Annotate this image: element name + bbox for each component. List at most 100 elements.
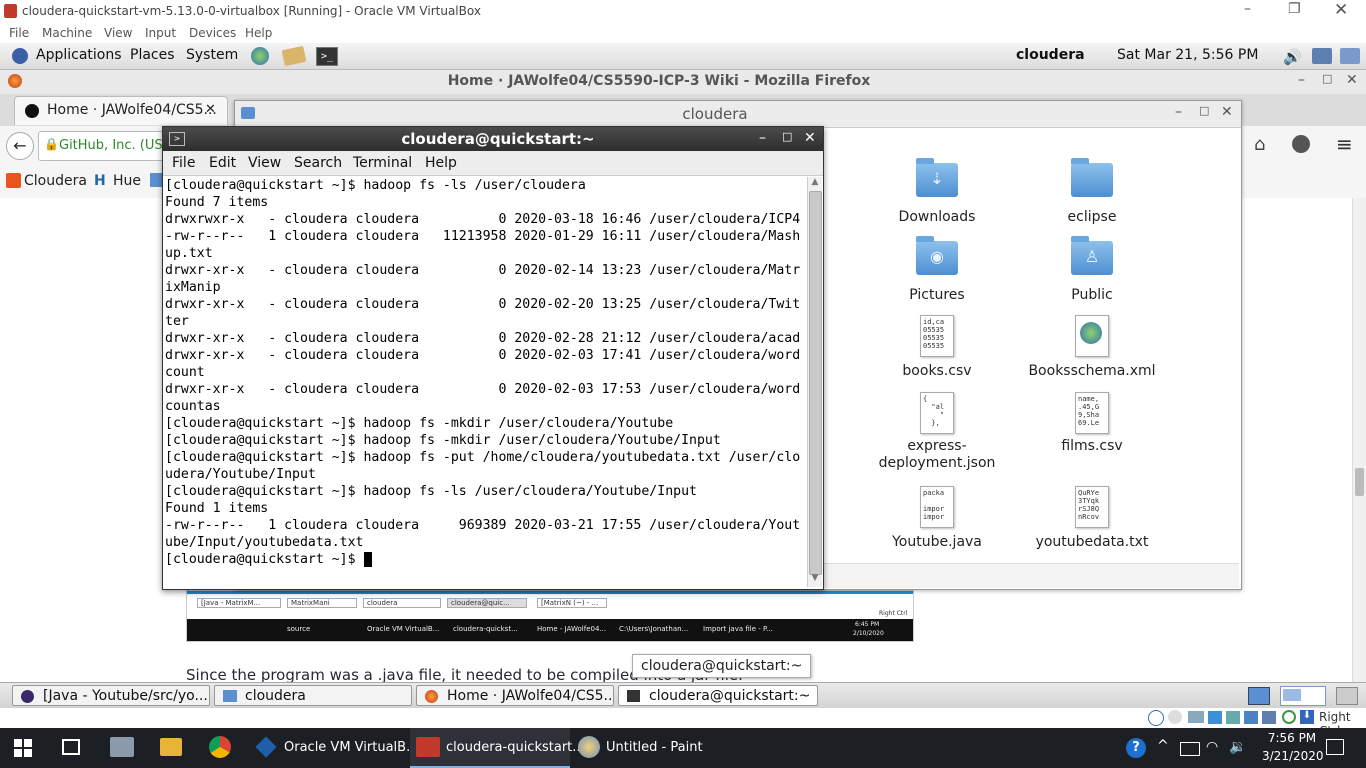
guest-task-eclipse[interactable]: [Java - Youtube/src/yo... bbox=[12, 685, 210, 706]
fm-item-pictures[interactable]: ◉ Pictures bbox=[867, 236, 1007, 303]
file-explorer-icon[interactable] bbox=[160, 738, 182, 756]
hamburger-menu-icon[interactable]: ≡ bbox=[1336, 132, 1353, 156]
minimize-icon[interactable]: – bbox=[1244, 1, 1251, 17]
display-icon[interactable] bbox=[1262, 711, 1276, 724]
terminal-line: ter bbox=[165, 314, 189, 329]
network-icon-2[interactable] bbox=[1340, 48, 1360, 64]
term-menu-terminal[interactable]: Terminal bbox=[353, 155, 412, 171]
battery-icon[interactable] bbox=[1180, 742, 1200, 756]
home-icon[interactable]: ⌂ bbox=[1254, 134, 1265, 155]
wifi-icon[interactable]: ◠ bbox=[1206, 739, 1218, 755]
help-icon[interactable]: ? bbox=[1126, 738, 1146, 758]
terminal-output[interactable]: [cloudera@quickstart ~]$ hadoop fs -ls /… bbox=[165, 177, 807, 587]
network-status-icon[interactable] bbox=[1208, 711, 1222, 724]
browser-launcher-icon[interactable] bbox=[251, 47, 269, 65]
win-clock-time[interactable]: 7:56 PM bbox=[1262, 731, 1322, 745]
vbox-menu-input[interactable]: Input bbox=[145, 26, 176, 40]
bookmark-hue[interactable]: Hue bbox=[113, 173, 141, 189]
mail-launcher-icon[interactable] bbox=[281, 45, 307, 67]
chevron-up-icon[interactable]: ^ bbox=[1157, 738, 1169, 754]
guest-task-terminal[interactable]: cloudera@quickstart:~ bbox=[618, 685, 818, 706]
vbox-menu-file[interactable]: File bbox=[9, 26, 29, 40]
page-scrollbar[interactable] bbox=[1352, 198, 1366, 682]
bookmark-cloudera[interactable]: Cloudera bbox=[24, 173, 87, 189]
back-button-icon[interactable]: ← bbox=[6, 132, 34, 160]
fm-item-express-deployment-json[interactable]: { "al " }, express- deployment.json bbox=[867, 392, 1007, 472]
fm-item-books-csv[interactable]: id,ca 05535 05535 05535 books.csv bbox=[867, 315, 1007, 379]
terminal-launcher-icon[interactable]: >_ bbox=[316, 47, 338, 66]
close-icon[interactable]: ✕ bbox=[1334, 0, 1348, 20]
term-menu-view[interactable]: View bbox=[248, 155, 281, 171]
fm-item-public[interactable]: ♙ Public bbox=[1022, 236, 1162, 303]
workspace-1[interactable] bbox=[1283, 689, 1301, 701]
term-menu-help[interactable]: Help bbox=[425, 155, 457, 171]
trash-icon[interactable] bbox=[1336, 687, 1358, 705]
show-desktop-icon[interactable] bbox=[1248, 687, 1270, 705]
fm-item-youtubedata-txt[interactable]: QuRYe 3TYqk rSJ8Q nRcov youtubedata.txt bbox=[1022, 486, 1162, 550]
task-view-icon[interactable] bbox=[62, 739, 80, 755]
fm-item-eclipse[interactable]: eclipse bbox=[1022, 158, 1162, 225]
workspace-switcher[interactable] bbox=[1280, 686, 1326, 706]
term-maximize-icon[interactable]: □ bbox=[782, 130, 792, 143]
folder-bookmark-icon[interactable] bbox=[150, 173, 162, 187]
optical-icon[interactable] bbox=[1168, 710, 1182, 724]
firefox-tab-github[interactable]: Home · JAWolfe04/CS5... ✕ bbox=[14, 96, 228, 125]
chrome-icon[interactable] bbox=[209, 736, 231, 758]
embedded-tab: [MatrixN (~) - ... bbox=[537, 598, 607, 608]
term-menu-search[interactable]: Search bbox=[294, 155, 342, 171]
vbox-menu-view[interactable]: View bbox=[104, 26, 132, 40]
virtualbox-icon bbox=[255, 736, 277, 758]
applications-menu[interactable]: Applications bbox=[36, 47, 122, 63]
panel-clock[interactable]: Sat Mar 21, 5:56 PM bbox=[1117, 47, 1258, 63]
windows-start-icon[interactable] bbox=[14, 739, 32, 757]
guest-task-files[interactable]: cloudera bbox=[214, 685, 412, 706]
panel-user[interactable]: cloudera bbox=[1016, 47, 1085, 63]
term-menu-file[interactable]: File bbox=[172, 155, 195, 171]
paint-icon bbox=[578, 736, 600, 758]
terminal-titlebar: > cloudera@quickstart:~ – □ ✕ bbox=[163, 127, 823, 151]
fm-minimize-icon[interactable]: – bbox=[1175, 104, 1182, 120]
guest-task-firefox[interactable]: Home · JAWolfe04/CS5... bbox=[416, 685, 614, 706]
notifications-icon[interactable] bbox=[1326, 739, 1344, 755]
page-scrollbar-thumb[interactable] bbox=[1355, 468, 1364, 496]
fm-item-youtube-java[interactable]: packa impor impor Youtube.java bbox=[867, 486, 1007, 550]
ff-close-icon[interactable]: ✕ bbox=[1346, 72, 1358, 88]
scroll-down-icon[interactable]: ▼ bbox=[809, 573, 821, 587]
ff-minimize-icon[interactable]: – bbox=[1298, 72, 1305, 88]
term-menu-edit[interactable]: Edit bbox=[209, 155, 236, 171]
fm-item-booksschema-xml[interactable]: Booksschema.xml bbox=[1022, 315, 1162, 379]
win-task-virtualbox[interactable]: Oracle VM VirtualB... bbox=[248, 728, 418, 768]
network-icon[interactable] bbox=[1312, 48, 1332, 64]
audio-icon[interactable] bbox=[1188, 711, 1204, 723]
speaker-icon[interactable]: 🔉 bbox=[1229, 739, 1246, 755]
ff-maximize-icon[interactable]: □ bbox=[1322, 72, 1332, 85]
places-menu[interactable]: Places bbox=[130, 47, 175, 63]
system-menu[interactable]: System bbox=[186, 47, 238, 63]
embedded-bar bbox=[187, 591, 913, 594]
fm-item-downloads[interactable]: ⇣ Downloads bbox=[867, 158, 1007, 225]
fm-close-icon[interactable]: ✕ bbox=[1221, 104, 1233, 120]
hdd-icon[interactable] bbox=[1148, 710, 1164, 726]
terminal-scrollbar-thumb[interactable] bbox=[809, 191, 822, 575]
pinned-app-icon[interactable] bbox=[110, 737, 134, 757]
term-minimize-icon[interactable]: – bbox=[759, 130, 766, 146]
shared-folder-icon[interactable] bbox=[1244, 711, 1258, 724]
vbox-menu-help[interactable]: Help bbox=[245, 26, 272, 40]
fm-maximize-icon[interactable]: □ bbox=[1199, 104, 1209, 117]
vbox-menu-machine[interactable]: Machine bbox=[42, 26, 92, 40]
download-icon[interactable]: ⬇ bbox=[1300, 710, 1314, 724]
term-close-icon[interactable]: ✕ bbox=[804, 130, 816, 146]
capture-icon[interactable] bbox=[1282, 710, 1296, 724]
win-task-cloudera-vm[interactable]: cloudera-quickstart... bbox=[410, 728, 585, 768]
win-task-paint[interactable]: Untitled - Paint bbox=[572, 728, 722, 768]
volume-icon[interactable]: 🔊 bbox=[1283, 48, 1302, 66]
restore-icon[interactable]: ❐ bbox=[1288, 1, 1301, 17]
tab-close-icon[interactable]: ✕ bbox=[205, 102, 216, 117]
terminal-scrollbar[interactable]: ▲ ▼ bbox=[807, 177, 822, 587]
win-clock-date[interactable]: 3/21/2020 bbox=[1262, 749, 1324, 763]
vbox-menu-devices[interactable]: Devices bbox=[189, 26, 236, 40]
scroll-up-icon[interactable]: ▲ bbox=[809, 177, 821, 191]
chat-icon[interactable] bbox=[1292, 135, 1310, 153]
fm-item-films-csv[interactable]: name, .45,G 9,Sha 69.Le films.csv bbox=[1022, 392, 1162, 454]
usb-icon[interactable] bbox=[1226, 711, 1240, 724]
